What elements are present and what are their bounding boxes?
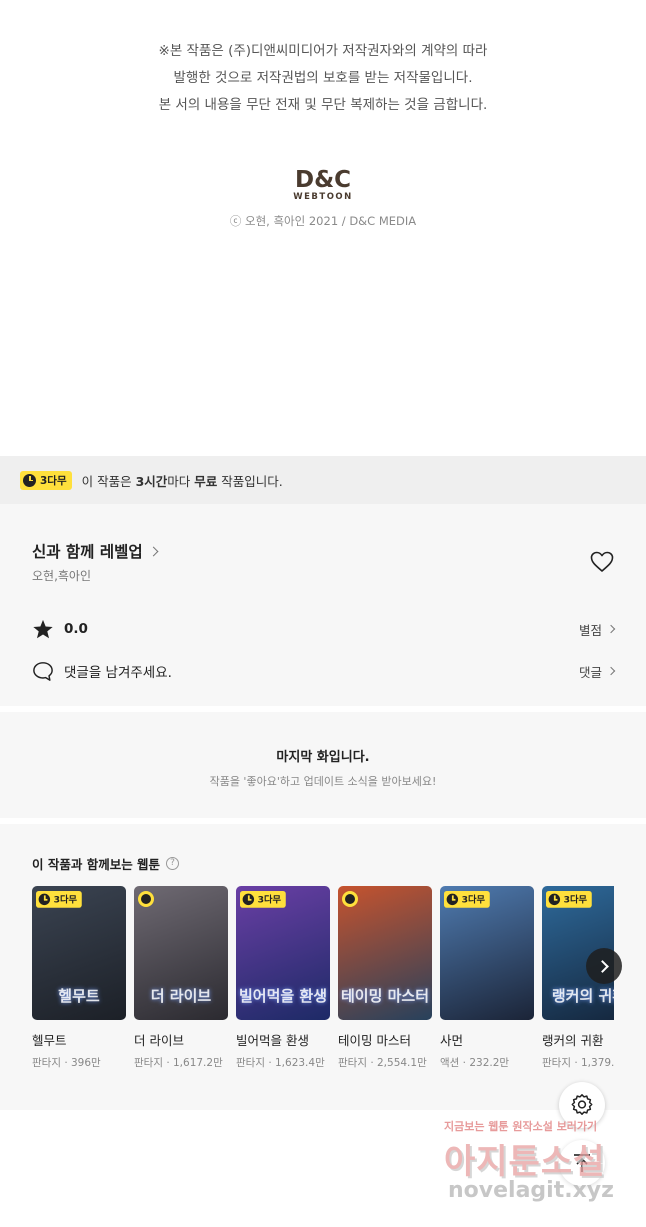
recommendation-thumbnail: 더 라이브 [134,886,228,1020]
rating-link-label: 별점 [578,622,602,638]
cover-title-art: 더 라이브 [150,987,212,1005]
rating-row: 0.0 별점 [32,617,616,641]
recommendations-title: 이 작품과 함께보는 웹툰 ? [32,854,180,873]
free-banner: 3다무 이 작품은 3시간마다 무료 작품입니다. [0,456,646,504]
carousel-next-button[interactable] [586,948,622,984]
recommendation-title: 랭커의 귀환 [542,1033,604,1048]
publisher-logo-main: D&C [294,167,352,193]
wait-free-badge: 3다무 [444,891,490,908]
notice-line-3: 본 서의 내용을 무단 전재 및 무단 복제하는 것을 금합니다. [158,97,488,113]
clock-icon [23,473,36,487]
star-icon [33,619,53,638]
free-banner-text-mid: 마다 [167,473,195,489]
notice-line-1: ※본 작품은 (주)디앤씨미디어가 저작권자와의 계약의 따라 [158,43,488,59]
speech-bubble-icon [33,661,53,681]
gear-icon [571,1094,593,1115]
recommendation-thumbnail: 테이밍 마스터 [338,886,432,1020]
comment-prompt: 댓글을 남겨주세요. [64,665,172,681]
copyright-notice: ※본 작품은 (주)디앤씨미디어가 저작권자와의 계약의 따라 발행한 것으로 … [0,38,646,119]
cover-title-art: 랭커의 귀환 [551,987,614,1005]
wait-free-badge: 3다무 [20,470,72,490]
recommendations-title-text: 이 작품과 함께보는 웹툰 [32,857,161,872]
free-banner-text-before: 이 작품은 [81,473,136,489]
copyright-line: ⓒ 오현, 흑아인 2021 / D&C MEDIA [229,214,417,228]
free-banner-free: 무료 [194,473,218,489]
work-title-link[interactable]: 신과 함께 레벨업 [32,540,159,562]
comment-row[interactable]: 댓글을 남겨주세요. 댓글 [32,659,616,683]
chevron-right-icon [606,666,616,676]
rating-value: 0.0 [64,621,88,637]
recommendation-title: 테이밍 마스터 [338,1033,411,1048]
recommendation-card[interactable]: 더 라이브 더 라이브 판타지 · 1,617.2만 [134,886,228,1070]
wait-free-badge-label: 3다무 [53,894,78,906]
recommendation-card[interactable]: 3다무사먼액션 · 232.2만 [440,886,534,1070]
notice-line-2: 발행한 것으로 저작권법의 보호를 받는 저작물입니다. [173,70,473,86]
work-info-panel: 신과 함께 레벨업 오현,흑아인 0.0 별점 댓글을 남겨주세요. 댓글 [0,504,646,706]
last-episode-heading: 마지막 화입니다. [276,750,370,765]
recommendation-thumbnail: 3다무헬무트 [32,886,126,1020]
rating-link[interactable]: 별점 [578,620,616,639]
wait-free-badge-label: 3다무 [257,894,282,906]
recommendation-card[interactable]: 3다무 빌어먹을 환생 빌어먹을 환생 판타지 · 1,623.4만 [236,886,330,1070]
clock-icon [342,891,358,907]
recommendation-meta: 판타지 · 396만 [32,1057,101,1069]
recommendation-thumbnail: 3다무빌어먹을 환생 [236,886,330,1020]
chevron-right-icon [595,959,609,973]
work-authors: 오현,흑아인 [32,569,92,583]
recommendation-carousel: 3다무 헬무트 헬무트 판타지 · 396만 더 라이브 더 라이브 판타지 · 1,617… [32,886,614,1086]
work-title: 신과 함께 레벨업 [32,543,143,561]
watermark-line-3: novelagit.xyz [448,1178,614,1203]
free-banner-text: 이 작품은 3시간마다 무료 작품입니다. [82,471,283,490]
recommendation-meta: 판타지 · 1,617.2만 [134,1057,223,1069]
wait-free-badge-label: 3다무 [40,474,67,487]
recommendation-title: 빌어먹을 환생 [236,1033,309,1048]
recommendations-panel: 이 작품과 함께보는 웹툰 ? 3다무 헬무트 헬무트 판타지 · 396만 더 라이브… [0,824,646,1110]
viewer-page: ※본 작품은 (주)디앤씨미디어가 저작권자와의 계약의 따라 발행한 것으로 … [0,0,646,1227]
watermark-line-1: 지금보는 웹툰 원작소설 보러가기 [444,1120,598,1133]
publisher-logo-sub: WEBTOON [293,192,353,202]
wait-free-badge: 3다무 [240,891,286,908]
question-circle-icon[interactable]: ? [166,857,180,870]
clock-icon [242,893,255,906]
cover-title-art: 테이밍 마스터 [340,987,430,1005]
chevron-right-icon [606,624,616,634]
comment-link-label: 댓글 [578,664,602,680]
recommendation-title: 헬무트 [32,1033,67,1048]
recommendation-meta: 판타지 · 1,379.1만 [542,1057,614,1069]
cover-title-art: 헬무트 [58,987,100,1005]
wait-free-badge-label: 3다무 [563,894,588,906]
clock-icon [446,893,459,906]
heart-icon[interactable] [590,551,614,573]
recommendation-meta: 판타지 · 2,554.1만 [338,1057,427,1069]
wait-free-badge: 3다무 [36,891,82,908]
clock-icon [548,893,561,906]
wait-free-badge: 3다무 [546,891,592,908]
watermark: 지금보는 웹툰 원작소설 보러가기 아지툰소설 novelagit.xyz [440,1118,630,1218]
last-episode-panel: 마지막 화입니다. 작품을 '좋아요'하고 업데이트 소식을 받아보세요! [0,712,646,818]
recommendation-card[interactable]: 3다무 헬무트 헬무트 판타지 · 396만 [32,886,126,1070]
recommendation-meta: 액션 · 232.2만 [440,1057,510,1069]
recommendation-title: 더 라이브 [134,1033,184,1048]
recommendation-title: 사먼 [440,1033,464,1048]
publisher-logo: D&C WEBTOON [0,168,646,202]
clock-icon [38,893,51,906]
clock-icon [138,891,154,907]
wait-free-badge-label: 3다무 [461,894,486,906]
free-banner-text-after: 작품입니다. [217,473,283,489]
last-episode-subtext: 작품을 '좋아요'하고 업데이트 소식을 받아보세요! [209,775,437,788]
recommendation-meta: 판타지 · 1,623.4만 [236,1057,325,1069]
watermark-line-2: 아지툰소설 [444,1142,606,1182]
cover-title-art: 빌어먹을 환생 [238,987,328,1005]
recommendation-thumbnail: 3다무 [440,886,534,1020]
free-banner-hours: 3시간 [135,473,168,489]
comment-link[interactable]: 댓글 [578,662,616,681]
recommendation-card[interactable]: 테이밍 마스터 테이밍 마스터 판타지 · 2,554.1만 [338,886,432,1070]
chevron-right-icon [148,546,159,556]
